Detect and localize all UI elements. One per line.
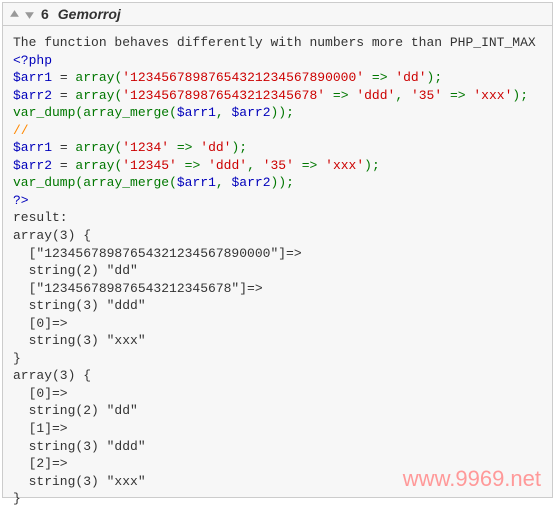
result-label: result: <box>13 210 68 225</box>
code-fn: array <box>75 158 114 173</box>
downvote-icon[interactable] <box>23 8 35 20</box>
result-line: } <box>13 351 21 366</box>
code-var: $arr2 <box>13 88 52 103</box>
code-var: $arr2 <box>232 105 271 120</box>
code-fn: array_merge <box>83 175 169 190</box>
code-str: 'ddd' <box>208 158 247 173</box>
code-paren: )); <box>271 105 294 120</box>
upvote-icon[interactable] <box>8 8 20 20</box>
result-line: string(2) "dd" <box>13 263 138 278</box>
description-text: The function behaves differently with nu… <box>13 35 536 50</box>
result-line: string(3) "xxx" <box>13 333 146 348</box>
code-arrow: => <box>364 70 395 85</box>
code-op: = <box>52 140 75 155</box>
code-op: = <box>52 158 75 173</box>
result-line: [2]=> <box>13 456 68 471</box>
code-var: $arr1 <box>13 140 52 155</box>
code-paren: )); <box>271 175 294 190</box>
code-str: 'xxx' <box>325 158 364 173</box>
code-str: 'dd' <box>395 70 426 85</box>
code-fn: array <box>75 140 114 155</box>
code-comma: , <box>216 175 232 190</box>
author-name: Gemorroj <box>58 6 121 22</box>
code-comment: // <box>13 123 29 138</box>
code-arrow: => <box>177 158 208 173</box>
comment-body: The function behaves differently with nu… <box>3 26 552 516</box>
result-line: ["12345678987654321234567890000"]=> <box>13 246 302 261</box>
comment-header: 6 Gemorroj <box>3 3 552 26</box>
result-line: ["123456789876543212345678"]=> <box>13 281 263 296</box>
code-arrow: => <box>442 88 473 103</box>
code-arrow: => <box>169 140 200 155</box>
code-arrow: => <box>294 158 325 173</box>
code-op: = <box>52 70 75 85</box>
code-str: '12345678987654321234567890000' <box>122 70 364 85</box>
code-str: 'ddd' <box>356 88 395 103</box>
code-str: 'dd' <box>200 140 231 155</box>
code-var: $arr2 <box>13 158 52 173</box>
result-line: [1]=> <box>13 421 68 436</box>
code-str: '35' <box>263 158 294 173</box>
code-fn: var_dump <box>13 105 75 120</box>
code-paren: ); <box>364 158 380 173</box>
result-line: array(3) { <box>13 368 91 383</box>
code-paren: ( <box>169 175 177 190</box>
code-var: $arr1 <box>177 175 216 190</box>
result-line: string(3) "ddd" <box>13 298 146 313</box>
code-arrow: => <box>325 88 356 103</box>
code-fn: array <box>75 88 114 103</box>
code-str: '1234' <box>122 140 169 155</box>
php-close-tag: ?> <box>13 193 29 208</box>
code-paren: ( <box>169 105 177 120</box>
code-op: = <box>52 88 75 103</box>
code-str: 'xxx' <box>473 88 512 103</box>
php-open-tag: <?php <box>13 53 52 68</box>
result-line: string(3) "xxx" <box>13 474 146 489</box>
result-line: string(3) "ddd" <box>13 439 146 454</box>
code-comma: , <box>216 105 232 120</box>
code-fn: array_merge <box>83 105 169 120</box>
result-line: [0]=> <box>13 386 68 401</box>
code-fn: var_dump <box>13 175 75 190</box>
code-str: '12345' <box>122 158 177 173</box>
code-paren: ); <box>232 140 248 155</box>
code-str: '123456789876543212345678' <box>122 88 325 103</box>
code-str: '35' <box>411 88 442 103</box>
code-paren: ); <box>512 88 528 103</box>
result-line: [0]=> <box>13 316 68 331</box>
code-fn: array <box>75 70 114 85</box>
code-var: $arr1 <box>177 105 216 120</box>
code-var: $arr1 <box>13 70 52 85</box>
code-paren: ); <box>427 70 443 85</box>
code-comma: , <box>395 88 411 103</box>
result-line: string(2) "dd" <box>13 403 138 418</box>
result-line: array(3) { <box>13 228 91 243</box>
result-line: } <box>13 491 21 506</box>
code-var: $arr2 <box>232 175 271 190</box>
vote-count: 6 <box>41 6 49 22</box>
code-comma: , <box>247 158 263 173</box>
